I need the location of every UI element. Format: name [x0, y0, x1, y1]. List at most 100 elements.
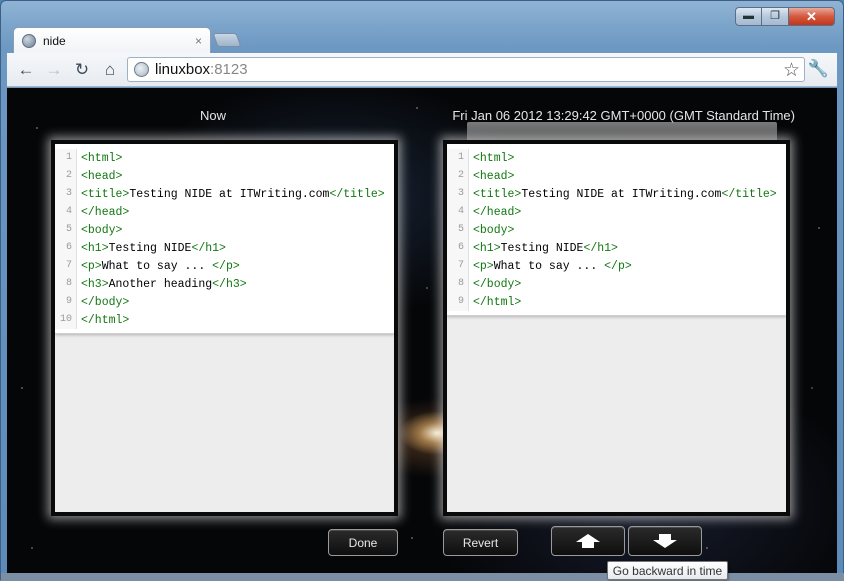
text-content: Testing NIDE at ITWriting.com: [521, 187, 722, 201]
line-content: <body>: [77, 224, 122, 237]
html-tag: <h1>: [473, 241, 501, 255]
line-number: 5: [55, 221, 77, 239]
code-line[interactable]: 8 <h3>Another heading</h3>: [55, 275, 394, 293]
browser-window: ▬ ❐ ✕ nide × ← → ↻ ⌂ linuxbox:8123 ☆ 🔧 N…: [0, 0, 844, 581]
html-tag: </body>: [81, 295, 130, 309]
globe-icon: [134, 62, 149, 77]
nide-history-view: Now Fri Jan 06 2012 13:29:42 GMT+0000 (G…: [7, 88, 837, 573]
revert-button[interactable]: Revert: [443, 529, 518, 556]
done-button[interactable]: Done: [328, 529, 398, 556]
html-tag: </p>: [604, 259, 632, 273]
line-content: <html>: [77, 152, 122, 165]
html-tag: <head>: [473, 169, 515, 183]
line-number: 6: [447, 239, 469, 257]
go-forward-button[interactable]: [628, 526, 702, 556]
code-line[interactable]: 1 <html>: [447, 149, 786, 167]
line-content: <title>Testing NIDE at ITWriting.com</ti…: [469, 188, 777, 201]
code-line[interactable]: 3 <title>Testing NIDE at ITWriting.com</t…: [447, 185, 786, 203]
html-tag: <title>: [81, 187, 130, 201]
home-icon[interactable]: ⌂: [99, 59, 121, 81]
url-host: linuxbox: [155, 61, 211, 78]
line-number: 9: [55, 293, 77, 311]
history-version-panel: 1 <html> 2 <head> 3 <title>Testing NIDE at IT…: [443, 140, 790, 516]
line-number: 10: [55, 311, 77, 329]
code-line[interactable]: 3 <title>Testing NIDE at ITWriting.com</t…: [55, 185, 394, 203]
code-line[interactable]: 8 </body>: [447, 275, 786, 293]
code-line[interactable]: 7 <p>What to say ... </p>: [447, 257, 786, 275]
code-line[interactable]: 7 <p>What to say ... </p>: [55, 257, 394, 275]
line-content: </head>: [77, 206, 129, 219]
html-tag: </html>: [473, 295, 522, 309]
line-number: 8: [55, 275, 77, 293]
code-line[interactable]: 2 <head>: [447, 167, 786, 185]
code-line[interactable]: 2 <head>: [55, 167, 394, 185]
window-controls: ▬ ❐ ✕: [735, 7, 835, 26]
html-tag: </body>: [473, 277, 522, 291]
browser-tab[interactable]: nide ×: [13, 27, 211, 54]
line-content: </html>: [469, 296, 521, 309]
line-content: </body>: [469, 278, 521, 291]
text-content: Testing NIDE: [500, 241, 584, 255]
line-number: 2: [55, 167, 77, 185]
code-line[interactable]: 4 </head>: [447, 203, 786, 221]
code-line[interactable]: 1 <html>: [55, 149, 394, 167]
html-tag: </h1>: [583, 241, 618, 255]
line-number: 4: [55, 203, 77, 221]
tab-close-icon[interactable]: ×: [195, 34, 202, 48]
line-number: 3: [447, 185, 469, 203]
line-number: 5: [447, 221, 469, 239]
forward-arrow-icon[interactable]: →: [43, 59, 65, 81]
line-number: 1: [55, 149, 77, 167]
code-line[interactable]: 6 <h1>Testing NIDE</h1>: [447, 239, 786, 257]
code-line[interactable]: 9 </body>: [55, 293, 394, 311]
timestamp-label: Fri Jan 06 2012 13:29:42 GMT+0000 (GMT S…: [452, 108, 795, 123]
html-tag: </head>: [81, 205, 130, 219]
maximize-button[interactable]: ❐: [762, 7, 789, 26]
tab-title: nide: [43, 34, 66, 48]
line-content: </body>: [77, 296, 129, 309]
html-tag: </html>: [81, 313, 130, 327]
current-version-panel: 1 <html> 2 <head> 3 <title>Testing NIDE at IT…: [51, 140, 398, 516]
line-content: <p>What to say ... </p>: [469, 260, 632, 273]
text-content: Another heading: [108, 277, 213, 291]
line-number: 2: [447, 167, 469, 185]
html-tag: <head>: [81, 169, 123, 183]
line-number: 9: [447, 293, 469, 311]
globe-icon: [22, 34, 36, 48]
close-window-button[interactable]: ✕: [789, 7, 835, 26]
line-content: </html>: [77, 314, 129, 327]
text-content: What to say ...: [101, 259, 213, 273]
code-line[interactable]: 9 </html>: [447, 293, 786, 311]
line-content: <h1>Testing NIDE</h1>: [77, 242, 226, 255]
line-number: 8: [447, 275, 469, 293]
star-icon[interactable]: ☆: [783, 59, 800, 82]
html-tag: <p>: [81, 259, 102, 273]
new-tab-button[interactable]: [212, 33, 242, 47]
code-editor[interactable]: 1 <html> 2 <head> 3 <title>Testing NIDE at IT…: [55, 144, 394, 334]
code-line[interactable]: 5 <body>: [55, 221, 394, 239]
html-tag: </head>: [473, 205, 522, 219]
code-line[interactable]: 6 <h1>Testing NIDE</h1>: [55, 239, 394, 257]
html-tag: <h3>: [81, 277, 109, 291]
html-tag: </title>: [721, 187, 777, 201]
html-tag: <html>: [81, 151, 123, 165]
tooltip: Go backward in time: [607, 561, 728, 580]
wrench-icon[interactable]: 🔧: [808, 59, 829, 79]
go-backward-button[interactable]: [551, 526, 625, 556]
html-tag: </h3>: [212, 277, 247, 291]
now-label: Now: [200, 108, 227, 123]
code-line[interactable]: 4 </head>: [55, 203, 394, 221]
line-number: 6: [55, 239, 77, 257]
line-content: <body>: [469, 224, 514, 237]
back-arrow-icon[interactable]: ←: [15, 59, 37, 81]
code-line[interactable]: 10 </html>: [55, 311, 394, 329]
html-tag: </title>: [329, 187, 385, 201]
line-content: <html>: [469, 152, 514, 165]
address-bar[interactable]: linuxbox:8123 ☆: [127, 57, 805, 82]
line-content: </head>: [469, 206, 521, 219]
code-line[interactable]: 5 <body>: [447, 221, 786, 239]
minimize-button[interactable]: ▬: [735, 7, 762, 26]
code-editor[interactable]: 1 <html> 2 <head> 3 <title>Testing NIDE at IT…: [447, 144, 786, 316]
reload-icon[interactable]: ↻: [71, 59, 93, 81]
html-tag: <body>: [81, 223, 123, 237]
